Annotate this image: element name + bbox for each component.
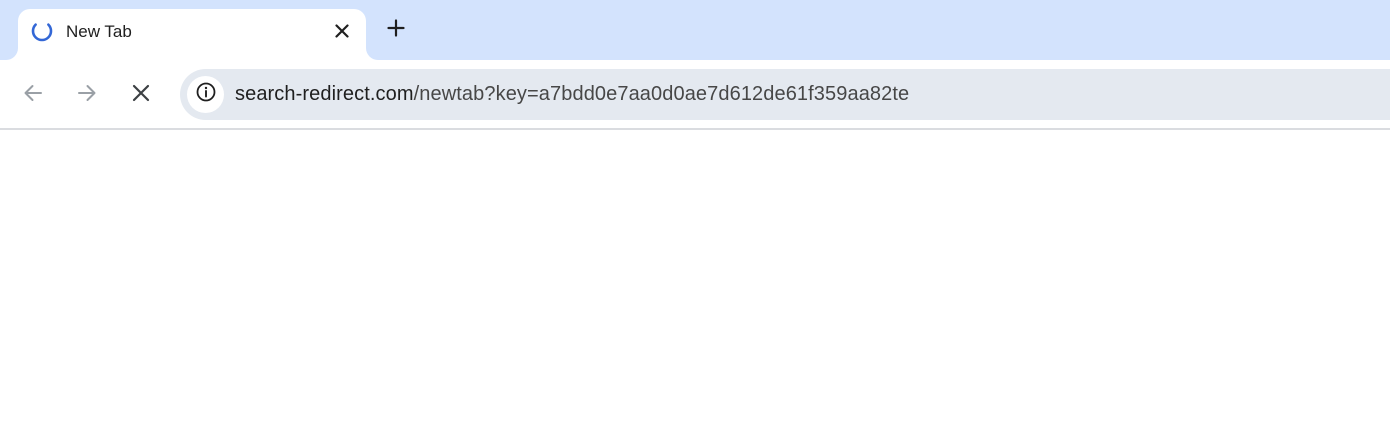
info-icon	[195, 81, 217, 108]
site-info-button[interactable]	[187, 76, 224, 113]
page-content	[0, 132, 1390, 441]
toolbar: search-redirect.com/newtab?key=a7bdd0e7a…	[0, 60, 1390, 130]
tab-title: New Tab	[66, 22, 132, 41]
url-text[interactable]: search-redirect.com/newtab?key=a7bdd0e7a…	[235, 83, 909, 106]
new-tab-button[interactable]	[382, 16, 410, 44]
close-icon	[132, 84, 150, 107]
tab-new-tab[interactable]: New Tab	[18, 9, 366, 60]
arrow-left-icon	[22, 82, 44, 109]
back-button[interactable]	[18, 80, 48, 110]
loading-spinner-icon	[31, 20, 53, 42]
address-bar[interactable]: search-redirect.com/newtab?key=a7bdd0e7a…	[180, 69, 1390, 120]
close-tab-icon[interactable]	[330, 19, 354, 43]
tab-strip: New Tab	[0, 0, 1390, 60]
plus-icon	[387, 18, 405, 42]
url-host: search-redirect.com	[235, 83, 414, 105]
arrow-right-icon	[76, 82, 98, 109]
stop-loading-button[interactable]	[126, 80, 156, 110]
url-path: /newtab?key=a7bdd0e7aa0d0ae7d612de61f359…	[413, 83, 910, 105]
forward-button[interactable]	[72, 80, 102, 110]
